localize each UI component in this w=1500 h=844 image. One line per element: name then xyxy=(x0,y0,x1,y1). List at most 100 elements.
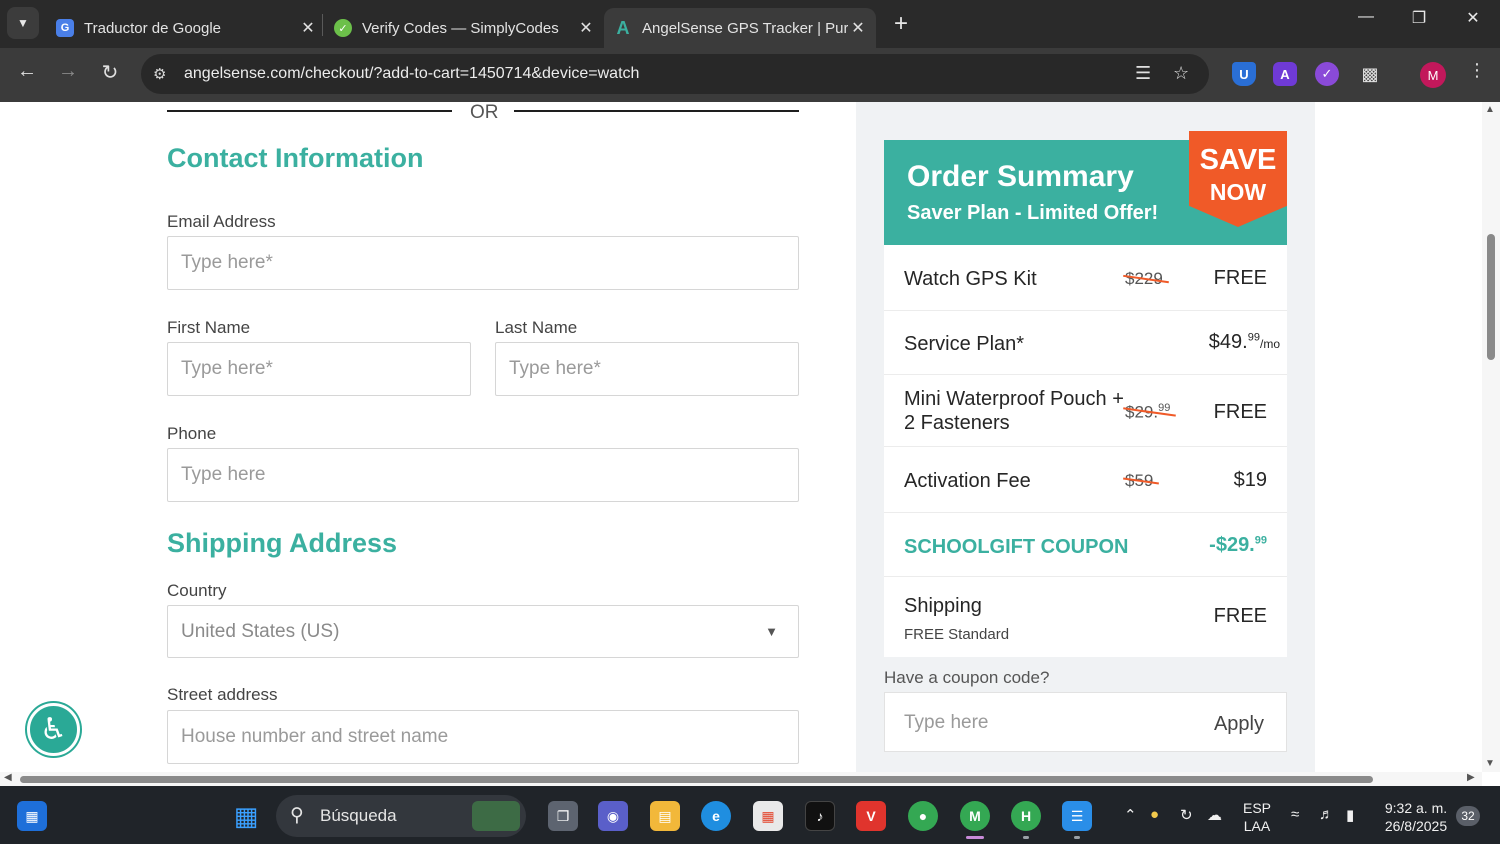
tiktok-icon[interactable]: ♪ xyxy=(805,801,835,831)
tab-google-translate[interactable]: G Traductor de Google ✕ xyxy=(56,8,318,48)
apply-coupon-button[interactable]: Apply xyxy=(1214,713,1264,736)
first-name-label: First Name xyxy=(167,318,251,337)
last-name-label: Last Name xyxy=(495,318,578,337)
contact-info-title: Contact Information xyxy=(167,143,424,173)
forward-icon[interactable]: → xyxy=(53,60,83,83)
divider xyxy=(167,110,452,112)
chrome-profile-m-icon[interactable]: M xyxy=(960,801,990,831)
search-highlight-image xyxy=(472,801,520,831)
site-info-icon[interactable]: ⚙ xyxy=(153,65,166,83)
close-icon[interactable]: ✕ xyxy=(576,18,596,38)
vivaldi-icon[interactable]: V xyxy=(856,801,886,831)
item-price: FREE xyxy=(1213,401,1267,423)
coupon-code-field[interactable]: Type here Apply xyxy=(884,692,1287,752)
last-name-field[interactable]: Type here* xyxy=(495,342,799,396)
volume-icon[interactable]: ♬ xyxy=(1319,806,1334,823)
close-window-icon[interactable]: ✕ xyxy=(1458,8,1488,28)
chevron-up-icon[interactable]: ⌃ xyxy=(1124,806,1137,824)
badge-line2: NOW xyxy=(1209,179,1267,205)
scroll-right-icon[interactable]: ▶ xyxy=(1467,772,1475,783)
close-icon[interactable]: ✕ xyxy=(848,18,868,38)
wifi-icon[interactable]: ≈ xyxy=(1291,806,1299,823)
chrome-icon[interactable]: ● xyxy=(908,801,938,831)
email-field[interactable]: Type here* xyxy=(167,236,799,290)
vertical-scrollbar[interactable]: ▲ ▼ xyxy=(1482,102,1500,772)
minimize-icon[interactable]: — xyxy=(1351,8,1381,26)
price-cents: 99 xyxy=(1247,331,1260,344)
summary-row-watch-kit: Watch GPS Kit $229 FREE xyxy=(884,245,1287,311)
checkout-page: OR Contact Information Email Address Typ… xyxy=(0,102,1482,772)
shield-extension-icon[interactable]: U xyxy=(1232,62,1256,86)
street-address-field[interactable]: House number and street name xyxy=(167,710,799,764)
scroll-up-icon[interactable]: ▲ xyxy=(1485,104,1495,115)
kebab-menu-icon[interactable]: ⋮ xyxy=(1462,60,1492,81)
profile-avatar[interactable]: M xyxy=(1420,62,1446,88)
battery-icon[interactable]: ▮ xyxy=(1346,806,1354,824)
country-select[interactable]: United States (US) ▼ xyxy=(167,605,799,658)
tab-separator xyxy=(322,14,323,36)
email-placeholder: Type here* xyxy=(181,252,273,273)
street-placeholder: House number and street name xyxy=(181,726,449,747)
address-bar[interactable]: ⚙ angelsense.com/checkout/?add-to-cart=1… xyxy=(141,54,1209,94)
back-icon[interactable]: ← xyxy=(12,60,42,83)
chrome-profile-h-icon[interactable]: H xyxy=(1011,801,1041,831)
meet-icon[interactable]: ◉ xyxy=(598,801,628,831)
scroll-thumb[interactable] xyxy=(1487,234,1495,360)
reload-icon[interactable]: ↻ xyxy=(95,60,125,85)
clock[interactable]: 9:32 a. m. 26/8/2025 xyxy=(1380,799,1452,835)
first-name-placeholder: Type here* xyxy=(181,358,273,379)
translate-icon[interactable]: ☰ xyxy=(1135,63,1151,84)
taskbar-search[interactable]: ⚲ Búsqueda xyxy=(276,795,526,837)
order-summary-title: Order Summary xyxy=(907,160,1134,193)
windows-taskbar: ▦ ▦ ⚲ Búsqueda ❐ ◉ ▤ e ▦ ♪ V ● M H ☰ ⌃ ●… xyxy=(0,786,1500,844)
google-translate-icon: G xyxy=(56,19,74,37)
widgets-icon[interactable]: ▦ xyxy=(17,801,47,831)
divider xyxy=(514,110,799,112)
tab-title: Verify Codes — SimplyCodes xyxy=(362,19,559,37)
new-tab-button[interactable]: + xyxy=(888,10,914,38)
task-view-icon[interactable]: ❐ xyxy=(548,801,578,831)
coupon-placeholder: Type here xyxy=(904,712,989,733)
extension-c-icon[interactable]: ✓ xyxy=(1315,62,1339,86)
bookmark-star-icon[interactable]: ☆ xyxy=(1173,63,1189,84)
scroll-thumb[interactable] xyxy=(20,776,1373,783)
extensions-puzzle-icon[interactable]: ▩ xyxy=(1358,62,1382,86)
item-price: $19 xyxy=(1233,469,1267,491)
extension-a-icon[interactable]: A xyxy=(1273,62,1297,86)
item-price: FREE xyxy=(1213,267,1267,289)
item-name: Shipping xyxy=(904,595,982,617)
old-price: $29.99 xyxy=(1125,402,1170,423)
tab-title: Traductor de Google xyxy=(84,19,222,37)
old-price-cents: 99 xyxy=(1158,402,1171,414)
simplycodes-icon: ✓ xyxy=(334,19,352,37)
url-text[interactable]: angelsense.com/checkout/?add-to-cart=145… xyxy=(184,65,639,83)
scroll-down-icon[interactable]: ▼ xyxy=(1485,758,1495,769)
browser-toolbar: ← → ↻ ⚙ angelsense.com/checkout/?add-to-… xyxy=(0,48,1500,102)
clock-date: 26/8/2025 xyxy=(1384,818,1448,834)
tab-angelsense[interactable]: A AngelSense GPS Tracker | Purch ✕ xyxy=(604,8,876,48)
old-price: $59 xyxy=(1125,471,1154,490)
store-icon[interactable]: ▦ xyxy=(753,801,783,831)
language-indicator[interactable]: ESP LAA xyxy=(1240,799,1274,835)
accessibility-icon[interactable]: ♿ xyxy=(27,703,80,756)
phone-placeholder: Type here xyxy=(181,464,266,485)
restore-icon[interactable]: ❐ xyxy=(1404,8,1434,28)
file-explorer-icon[interactable]: ▤ xyxy=(650,801,680,831)
coupon-discount: -$29.99 xyxy=(1209,534,1267,557)
windows-start-icon[interactable]: ▦ xyxy=(231,801,261,831)
horizontal-scrollbar[interactable]: ◀ ▶ xyxy=(0,772,1482,786)
scroll-left-icon[interactable]: ◀ xyxy=(4,772,12,783)
language-line1: ESP xyxy=(1242,800,1271,816)
summary-row-pouch: Mini Waterproof Pouch +2 Fasteners $29.9… xyxy=(884,375,1287,447)
notification-badge[interactable]: 32 xyxy=(1456,806,1480,826)
first-name-field[interactable]: Type here* xyxy=(167,342,471,396)
notepad-icon[interactable]: ☰ xyxy=(1062,801,1092,831)
close-icon[interactable]: ✕ xyxy=(298,18,318,38)
edge-icon[interactable]: e xyxy=(701,801,731,831)
tab-search-button[interactable]: ▼ xyxy=(7,7,39,39)
sync-icon[interactable]: ↻ xyxy=(1180,806,1193,824)
tab-simplycodes[interactable]: ✓ Verify Codes — SimplyCodes ✕ xyxy=(334,8,596,48)
onedrive-icon[interactable]: ☁ xyxy=(1207,806,1222,824)
phone-field[interactable]: Type here xyxy=(167,448,799,502)
tray-app-icon[interactable]: ● xyxy=(1150,806,1159,823)
